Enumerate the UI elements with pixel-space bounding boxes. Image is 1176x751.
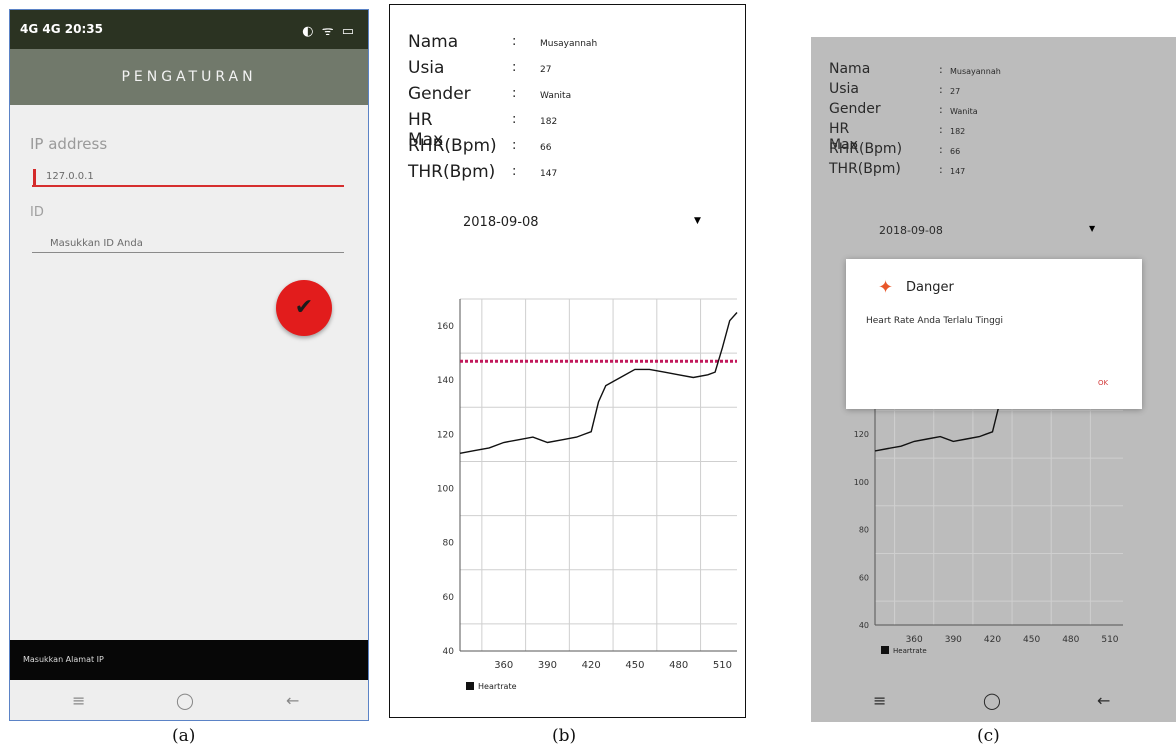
caption-b: (b) xyxy=(552,726,577,746)
app-bar-title: PENGATURAN xyxy=(10,49,368,105)
y-tick-label: 140 xyxy=(437,376,454,386)
check-icon: ✔ xyxy=(294,295,314,320)
id-label: ID xyxy=(30,205,44,220)
danger-alert-screen: Nama: Musayannah Usia:27 Gender: Wanita HR Ma… xyxy=(811,37,1176,722)
y-tick-label: 100 xyxy=(854,478,869,487)
caption-a: (a) xyxy=(172,726,196,746)
legend-label: Heartrate xyxy=(478,682,517,691)
id-input[interactable]: Masukkan ID Anda xyxy=(50,238,143,249)
x-tick-label: 420 xyxy=(582,660,601,671)
system-nav-bar: ≡ ◯ ← xyxy=(10,680,368,720)
x-tick-label: 390 xyxy=(538,660,557,671)
x-tick-label: 510 xyxy=(1101,635,1118,645)
dialog-title: Danger xyxy=(906,280,954,295)
y-tick-label: 100 xyxy=(437,485,454,495)
heart-rate-chart: 160 140 120 100 80 60 40 360 390 420 450 480 510 Hear… xyxy=(437,298,738,691)
x-tick-label: 480 xyxy=(669,660,688,671)
y-tick-label: 60 xyxy=(859,573,869,582)
x-tick-label: 450 xyxy=(625,660,644,671)
x-tick-label: 510 xyxy=(713,660,732,671)
x-tick-label: 420 xyxy=(984,635,1001,645)
x-tick-label: 390 xyxy=(945,635,962,645)
back-icon[interactable]: ← xyxy=(286,691,299,710)
x-tick-label: 450 xyxy=(1023,635,1040,645)
x-tick-label: 360 xyxy=(906,635,923,645)
app-logo-icon: ✦ xyxy=(878,277,894,298)
back-icon[interactable]: ← xyxy=(1097,691,1110,710)
heart-rate-screen: Nama: Musayannah Usia:27 Gender: Wanita HR Ma… xyxy=(389,4,746,718)
ip-address-underline xyxy=(32,185,344,187)
id-underline xyxy=(32,252,344,253)
x-tick-label: 360 xyxy=(494,660,513,671)
y-tick-label: 120 xyxy=(437,430,454,440)
menu-icon[interactable]: ≡ xyxy=(873,691,886,710)
settings-screen: 4G 4G 20:35 ◐ ᯤ ▭ PENGATURAN IP address … xyxy=(9,9,369,721)
home-icon[interactable]: ◯ xyxy=(983,691,1001,710)
y-tick-label: 40 xyxy=(443,647,455,657)
system-nav-bar: ≡ ◯ ← xyxy=(811,682,1176,722)
y-tick-label: 160 xyxy=(437,322,454,332)
caption-c: (c) xyxy=(977,726,1000,746)
legend-label: Heartrate xyxy=(893,647,927,655)
y-tick-label: 60 xyxy=(443,593,455,603)
y-tick-label: 40 xyxy=(859,621,869,630)
home-icon[interactable]: ◯ xyxy=(176,691,194,710)
x-tick-label: 480 xyxy=(1062,635,1079,645)
ip-address-label: IP address xyxy=(30,135,108,153)
status-bar-right: ◐ ᯤ ▭ xyxy=(302,24,356,39)
status-bar-left: 4G 4G 20:35 xyxy=(20,22,103,36)
y-tick-label: 80 xyxy=(859,526,869,535)
dialog-message: Heart Rate Anda Terlalu Tinggi xyxy=(866,316,1003,326)
legend-swatch xyxy=(466,682,474,690)
y-tick-label: 120 xyxy=(854,430,869,439)
menu-icon[interactable]: ≡ xyxy=(72,691,85,710)
snackbar: Masukkan Alamat IP xyxy=(10,640,368,680)
y-tick-label: 80 xyxy=(443,539,455,549)
status-bar: 4G 4G 20:35 ◐ ᯤ ▭ xyxy=(10,10,368,49)
danger-dialog: ✦ Danger Heart Rate Anda Terlalu Tinggi … xyxy=(846,259,1142,409)
ok-button[interactable]: OK xyxy=(1098,379,1108,387)
confirm-button[interactable]: ✔ xyxy=(276,280,332,336)
heartrate-series-line xyxy=(459,312,738,454)
legend-swatch xyxy=(881,646,889,654)
ip-address-input[interactable]: 127.0.0.1 xyxy=(46,171,94,182)
